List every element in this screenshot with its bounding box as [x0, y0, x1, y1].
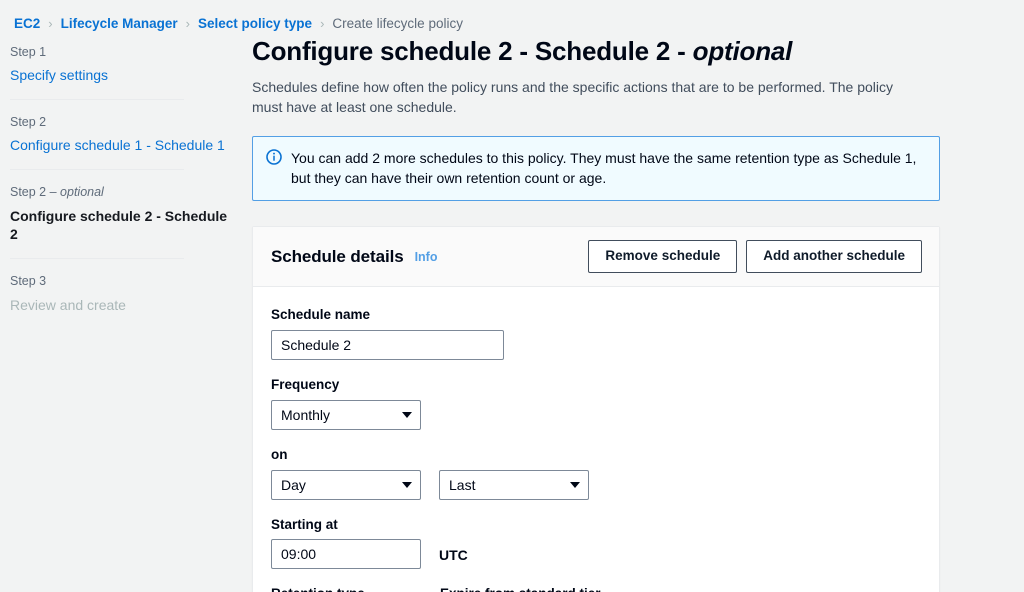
sidebar-item-configure-schedule-2[interactable]: Step 2 – optional Configure schedule 2 -… [10, 184, 250, 244]
retention-row: Retention type Age Expire from standard … [271, 585, 921, 592]
breadcrumb-item-create-lifecycle-policy: Create lifecycle policy [332, 16, 463, 31]
on-unit-selected-value: Day [281, 476, 306, 493]
step-eyebrow-label: Step 3 [10, 274, 47, 289]
retention-type-field: Retention type Age [271, 585, 421, 592]
breadcrumb-separator-icon: › [320, 16, 325, 31]
on-controls-row: Day Last [271, 469, 921, 500]
expire-from-standard-tier-field: Expire from standard tier [440, 585, 860, 592]
card-title: Schedule details [271, 246, 404, 266]
sidebar-item-configure-schedule-1[interactable]: Step 2 Configure schedule 1 - Schedule 1 [10, 114, 250, 155]
page-title: Configure schedule 2 - Schedule 2 - opti… [252, 36, 940, 68]
breadcrumb: EC2 › Lifecycle Manager › Select policy … [0, 0, 1024, 36]
step-divider [10, 169, 184, 171]
step-eyebrow: Step 2 – optional [10, 184, 236, 200]
breadcrumb-item-lifecycle-manager[interactable]: Lifecycle Manager [61, 16, 178, 31]
retention-type-label: Retention type [271, 585, 421, 592]
step-eyebrow-label: Step 1 [10, 45, 47, 59]
info-circle-icon [266, 148, 282, 165]
sidebar-item-review-and-create: Step 3 Review and create [10, 273, 250, 314]
remove-schedule-button[interactable]: Remove schedule [588, 240, 738, 273]
info-alert-text: You can add 2 more schedules to this pol… [291, 149, 917, 187]
breadcrumb-item-select-policy-type[interactable]: Select policy type [198, 16, 312, 31]
step-title: Configure schedule 2 - Schedule 2 [10, 207, 228, 243]
step-divider [10, 258, 184, 260]
frequency-field: Frequency Monthly [271, 376, 921, 430]
step-eyebrow-label: Step 2 – [10, 185, 61, 200]
starting-at-row: UTC [271, 539, 921, 570]
add-another-schedule-button[interactable]: Add another schedule [746, 240, 922, 273]
on-label: on [271, 446, 288, 462]
sidebar-item-specify-settings[interactable]: Step 1 Specify settings [10, 44, 250, 85]
on-field: on Day Last [271, 446, 921, 500]
info-alert: You can add 2 more schedules to this pol… [252, 135, 940, 202]
page-layout: Step 1 Specify settings Step 2 Configure… [0, 36, 1024, 592]
step-eyebrow: Step 2 [10, 114, 236, 130]
schedule-name-label: Schedule name [271, 306, 371, 322]
breadcrumb-item-ec2[interactable]: EC2 [14, 16, 40, 31]
chevron-down-icon [402, 481, 412, 488]
breadcrumb-separator-icon: › [185, 16, 191, 31]
on-unit-select[interactable]: Day [271, 469, 421, 500]
card-header-actions: Remove schedule Add another schedule [588, 240, 922, 273]
step-eyebrow: Step 3 [10, 273, 236, 289]
frequency-label: Frequency [271, 376, 340, 392]
wizard-steps-nav: Step 1 Specify settings Step 2 Configure… [0, 36, 250, 314]
card-body: Schedule name Frequency Monthly on [253, 287, 939, 592]
starting-at-label: Starting at [271, 516, 338, 532]
schedule-name-field: Schedule name [271, 306, 921, 360]
chevron-down-icon [402, 411, 412, 418]
step-title: Review and create [10, 296, 126, 313]
page-title-main: Configure schedule 2 - Schedule 2 - [252, 36, 693, 66]
on-which-selected-value: Last [449, 476, 476, 493]
expire-label: Expire from standard tier [440, 585, 860, 592]
main-content: Configure schedule 2 - Schedule 2 - opti… [250, 36, 1024, 592]
step-optional-label: optional [60, 185, 104, 200]
on-which-select[interactable]: Last [439, 469, 589, 500]
starting-at-timezone-label: UTC [439, 547, 468, 564]
schedule-details-card: Schedule details Info Remove schedule Ad… [252, 226, 940, 592]
card-header: Schedule details Info Remove schedule Ad… [253, 227, 939, 287]
step-divider [10, 99, 184, 101]
step-eyebrow-label: Step 2 [10, 115, 47, 130]
frequency-selected-value: Monthly [281, 406, 331, 423]
schedule-name-input[interactable] [271, 329, 504, 360]
starting-at-field: Starting at UTC [271, 516, 921, 570]
frequency-select[interactable]: Monthly [271, 399, 421, 430]
step-title[interactable]: Specify settings [10, 66, 236, 85]
page-description: Schedules define how often the policy ru… [252, 78, 894, 115]
starting-at-input[interactable] [271, 539, 421, 570]
page-title-optional: optional [692, 36, 793, 66]
info-link[interactable]: Info [415, 250, 438, 264]
chevron-down-icon [570, 481, 580, 488]
step-title[interactable]: Configure schedule 1 - Schedule 1 [10, 136, 236, 155]
step-eyebrow: Step 1 [10, 44, 236, 60]
breadcrumb-separator-icon: › [48, 16, 53, 31]
